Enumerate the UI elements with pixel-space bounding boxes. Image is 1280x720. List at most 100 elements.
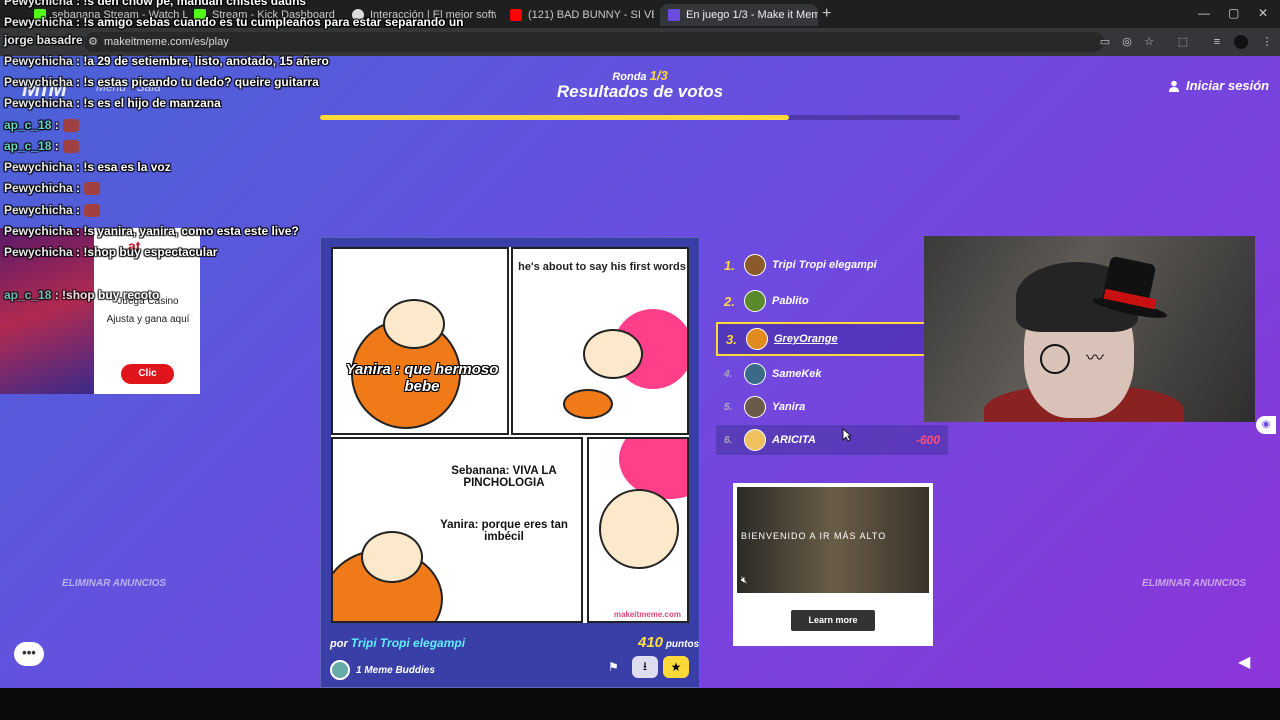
eye-off-icon[interactable]: ◎: [1120, 35, 1134, 49]
site-info-icon[interactable]: ⚙: [86, 35, 100, 49]
chat-text: :: [76, 181, 81, 195]
mother-face: [599, 489, 679, 569]
ranking-row-4: 4. SameKek -5: [716, 359, 948, 389]
emote-icon: [62, 140, 79, 154]
url-field[interactable]: makeitmeme.com/es/play: [84, 32, 1104, 52]
remove-ads-link[interactable]: ELIMINAR ANUNCIOS: [1142, 578, 1246, 589]
chat-username: ap_c_18: [4, 118, 52, 132]
round-progress-bar: [320, 115, 960, 120]
mute-icon[interactable]: 🔇︎: [741, 575, 747, 586]
meme-panel-1: Yanira : que hermoso bebe: [331, 247, 509, 435]
minimize-icon[interactable]: —: [1198, 6, 1210, 20]
points-label: puntos: [665, 639, 700, 650]
rank-position: 5.: [724, 401, 733, 413]
webcam-overlay: 〰: [924, 236, 1255, 422]
save-meme-button[interactable]: ⭳: [632, 656, 658, 678]
extensions-icon[interactable]: ⬚: [1176, 35, 1190, 49]
chat-message: Pewychicha : !s es el hijo de manzana: [4, 96, 221, 110]
ranking-row-6: 6. ARICITA -600: [716, 425, 948, 455]
chat-text: : !s den chow pe, mandan chistes dauns: [76, 0, 307, 8]
meme-caption: he's about to say his first words: [518, 261, 686, 273]
ranking-row-5: 5. Yanira -6: [716, 392, 948, 422]
buddies-label: 1 Meme Buddies: [356, 664, 435, 676]
star-icon[interactable]: ☆: [1142, 35, 1156, 49]
progress-fill: [320, 115, 790, 120]
rank-position: 6.: [724, 434, 733, 446]
author-prefix: por: [330, 638, 348, 650]
ad-cta-button[interactable]: Clic: [121, 364, 174, 384]
baby-head: [361, 531, 423, 583]
ad-banner-right[interactable]: BIENVENIDO A IR MÁS ALTO 🔇︎ Learn more: [733, 483, 933, 646]
game-page: MiM Menú · Sala Ronda 1/3 Resultados de …: [0, 56, 1280, 688]
meme-watermark: makeitmeme.com: [613, 610, 681, 619]
player-name: Tripi Tropi elegampi: [772, 259, 877, 271]
rank-position: 2.: [724, 293, 735, 309]
ad-video-text: BIENVENIDO A IR MÁS ALTO: [741, 531, 887, 541]
chat-text: : !s esa es la voz: [76, 160, 171, 174]
ad-subline: Ajusta y gana aquí: [106, 314, 190, 325]
author-name[interactable]: Tripi Tropi elegampi: [351, 636, 465, 650]
chat-bubble-icon[interactable]: •••: [14, 642, 44, 666]
chat-message: Pewychicha : !s amigo sebas cuando es tu…: [4, 15, 464, 29]
youtube-favicon-icon: [510, 9, 522, 21]
points-value: 410: [638, 634, 664, 651]
side-widget-icon[interactable]: ◉: [1256, 416, 1276, 434]
chat-text: : !s amigo sebas cuando es tu cumpleaños…: [76, 15, 464, 29]
tab-label: (121) BAD BUNNY - SI VEO: [528, 9, 654, 21]
player-avatar: [744, 290, 766, 312]
remove-ads-link[interactable]: ELIMINAR ANUNCIOS: [62, 578, 166, 589]
user-icon: [1169, 80, 1179, 92]
meme-author: por Tripi Tropi elegampi: [330, 636, 465, 650]
player-avatar: [744, 429, 766, 451]
login-button[interactable]: Iniciar sesión: [1168, 78, 1269, 93]
meme-image: Yanira : que hermoso bebe he's about to …: [331, 247, 689, 623]
chat-username: Pewychicha: [4, 224, 73, 238]
monocle-icon: [1040, 344, 1070, 374]
cast-icon[interactable]: ▭: [1098, 35, 1112, 49]
chat-message: Pewychicha : !s den chow pe, mandan chis…: [4, 0, 306, 8]
tab-youtube[interactable]: (121) BAD BUNNY - SI VEO ✕: [502, 4, 654, 26]
makeitmeme-favicon-icon: [668, 9, 680, 21]
chat-username: jorge basadre: [4, 33, 83, 47]
rank-position: 1.: [724, 257, 735, 273]
chat-text: : !shop buy espectacular: [76, 245, 218, 259]
chat-message: ap_c_18 :: [4, 139, 79, 154]
star-icon: ★: [670, 660, 682, 674]
favorite-button[interactable]: ★: [663, 656, 689, 678]
player-avatar: [744, 396, 766, 418]
chat-username: Pewychicha: [4, 245, 73, 259]
player-name: ARICITA: [772, 434, 816, 446]
tab-makeitmeme[interactable]: En juego 1/3 - Make it Meme ✕: [660, 4, 818, 26]
learn-more-button[interactable]: Learn more: [791, 610, 875, 631]
menu-dots-icon[interactable]: ⋮: [1260, 35, 1274, 49]
chat-text: : !s estas picando tu dedo? queire guita…: [76, 75, 319, 89]
emote-icon: [84, 182, 101, 196]
maximize-icon[interactable]: ▢: [1228, 6, 1239, 20]
player-avatar: [744, 363, 766, 385]
meme-buddies[interactable]: 1 Meme Buddies: [330, 660, 435, 680]
chat-text: : !a 29 de setiembre, listo, anotado, 15…: [76, 54, 329, 68]
chat-text: : !shop buy recoto: [54, 288, 160, 302]
chat-username: Pewychicha: [4, 160, 73, 174]
ranking-row-3: 3. GreyOrange: [716, 322, 948, 356]
rank-position: 3.: [726, 331, 737, 347]
chat-username: Pewychicha: [4, 96, 73, 110]
mustache-icon: 〰: [1086, 348, 1104, 368]
meme-panel-4: makeitmeme.com: [587, 437, 689, 623]
media-icon[interactable]: ≡: [1210, 35, 1224, 49]
emote-icon: [84, 204, 101, 218]
meme-line-1: Sebanana: VIVA LA PINCHOLOGIA: [451, 465, 557, 489]
chat-username: Pewychicha: [4, 181, 73, 195]
bottom-black-bar: [0, 688, 1280, 720]
flag-icon[interactable]: ⚑: [608, 660, 619, 674]
mouse-cursor-icon: [842, 428, 852, 442]
profile-avatar[interactable]: [1234, 35, 1248, 49]
ranking-row-2: 2. Pablito 2: [716, 286, 948, 316]
chat-username: Pewychicha: [4, 15, 73, 29]
window-close-icon[interactable]: ✕: [1258, 6, 1268, 20]
new-tab-icon[interactable]: +: [822, 5, 831, 23]
meme-line-2: Yanira: porque eres tan imbécil: [440, 519, 568, 543]
volume-icon[interactable]: ◀: [1238, 652, 1250, 672]
chat-username: ap_c_18: [4, 288, 52, 302]
chat-message: jorge basadre: [4, 33, 83, 47]
